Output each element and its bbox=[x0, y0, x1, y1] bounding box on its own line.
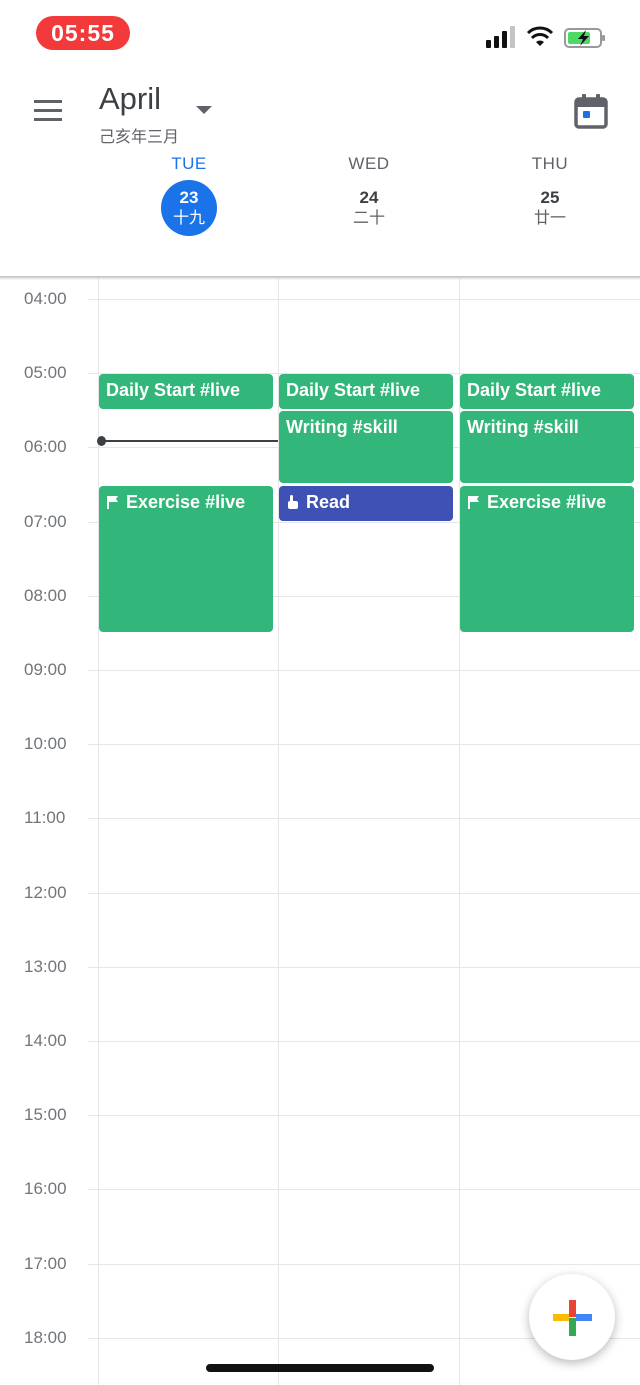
hour-label: 04:00 bbox=[24, 289, 67, 308]
hour-gridline bbox=[88, 1189, 640, 1191]
hour-label: 13:00 bbox=[24, 956, 67, 976]
event-block[interactable]: Daily Start #live bbox=[99, 374, 273, 410]
day-of-week: TUE bbox=[171, 154, 207, 173]
hour-label: 12:00 bbox=[24, 882, 67, 902]
calendar-today-icon[interactable] bbox=[572, 92, 610, 130]
hamburger-menu-icon bbox=[26, 100, 74, 121]
event-title: Daily Start #live bbox=[467, 380, 602, 401]
event-title: Writing #skill bbox=[286, 417, 398, 438]
day-header-thu[interactable]: THU 25 廿一 bbox=[460, 154, 640, 236]
lunar-day: 二十 bbox=[352, 208, 385, 227]
hour-gridline bbox=[88, 670, 640, 671]
hour-gridline bbox=[88, 818, 640, 820]
hour-label: 08:00 bbox=[24, 585, 67, 605]
hour-label: 10:00 bbox=[24, 734, 67, 754]
hour-label: 06:00 bbox=[24, 437, 67, 457]
day-number: 24 bbox=[359, 188, 379, 207]
hour-gridline bbox=[88, 299, 640, 300]
today-date-circle: 23 十九 bbox=[161, 180, 217, 236]
day-header-wed[interactable]: WED 24 二十 bbox=[279, 154, 459, 236]
lunar-month-label: 己亥年三月 bbox=[99, 127, 180, 146]
event-title: Exercise #live bbox=[126, 491, 246, 512]
hour-label: 05:00 bbox=[24, 363, 67, 383]
wifi-icon bbox=[526, 26, 554, 46]
hour-label: 07:00 bbox=[24, 511, 67, 531]
event-title: Read bbox=[306, 491, 351, 512]
hour-gridline bbox=[88, 744, 640, 746]
menu-button[interactable] bbox=[26, 94, 74, 130]
day-number: 23 bbox=[179, 188, 199, 207]
current-time-line bbox=[100, 440, 278, 443]
header-divider bbox=[0, 276, 640, 280]
hour-label: 14:00 bbox=[24, 1031, 67, 1050]
add-event-button[interactable] bbox=[529, 1274, 615, 1360]
status-time: 05:55 bbox=[36, 16, 130, 50]
event-title: Exercise #live bbox=[487, 491, 607, 512]
day-number: 25 bbox=[540, 188, 560, 207]
event-block[interactable]: Daily Start #live bbox=[460, 374, 634, 410]
event-block[interactable]: Exercise #live bbox=[99, 485, 273, 632]
current-time-dot bbox=[97, 436, 106, 447]
event-title: Writing #skill bbox=[467, 417, 579, 438]
event-block[interactable]: Read bbox=[279, 485, 453, 521]
hour-gridline bbox=[88, 892, 640, 894]
hour-gridline bbox=[88, 966, 640, 968]
day-of-week: THU bbox=[531, 154, 569, 173]
hour-gridline bbox=[88, 1041, 640, 1042]
event-block[interactable]: Writing #skill bbox=[460, 411, 634, 484]
plus-multicolor-icon bbox=[553, 1300, 592, 1336]
hour-gridline bbox=[88, 1263, 640, 1265]
hour-label: 11:00 bbox=[24, 808, 66, 828]
event-block[interactable]: Daily Start #live bbox=[279, 374, 453, 410]
lunar-day: 廿一 bbox=[533, 208, 566, 227]
hour-label: 17:00 bbox=[24, 1253, 67, 1273]
calendar-header: April 己亥年三月 TUE 23 十九 WED 24 二十 THU 25 廿… bbox=[0, 66, 640, 278]
home-indicator[interactable] bbox=[206, 1364, 434, 1372]
hour-label: 15:00 bbox=[24, 1105, 67, 1125]
event-title: Daily Start #live bbox=[106, 380, 241, 401]
hand-pointer-icon bbox=[288, 494, 298, 509]
calendar-app: 04:00 05:00 06:00 07:00 08:00 09:00 10:00 11:00… bbox=[0, 0, 640, 1385]
hour-gridline bbox=[88, 1115, 640, 1117]
day-header-tue[interactable]: TUE 23 十九 bbox=[99, 154, 279, 236]
caret-down-icon[interactable] bbox=[192, 100, 216, 120]
flag-icon bbox=[468, 495, 479, 509]
event-block[interactable]: Writing #skill bbox=[279, 411, 453, 484]
hour-label: 16:00 bbox=[24, 1179, 67, 1199]
day-of-week: WED bbox=[348, 154, 390, 173]
hour-label: 18:00 bbox=[24, 1327, 67, 1347]
status-bar: 05:55 bbox=[0, 0, 640, 66]
event-block[interactable]: Exercise #live bbox=[460, 485, 634, 632]
event-title: Daily Start #live bbox=[286, 380, 421, 401]
lunar-day: 十九 bbox=[172, 208, 205, 227]
flag-icon bbox=[107, 495, 118, 509]
signal-bars-icon bbox=[486, 26, 515, 48]
battery-charging-icon bbox=[564, 28, 605, 48]
hour-label: 09:00 bbox=[24, 660, 67, 679]
month-title[interactable]: April bbox=[99, 81, 161, 117]
